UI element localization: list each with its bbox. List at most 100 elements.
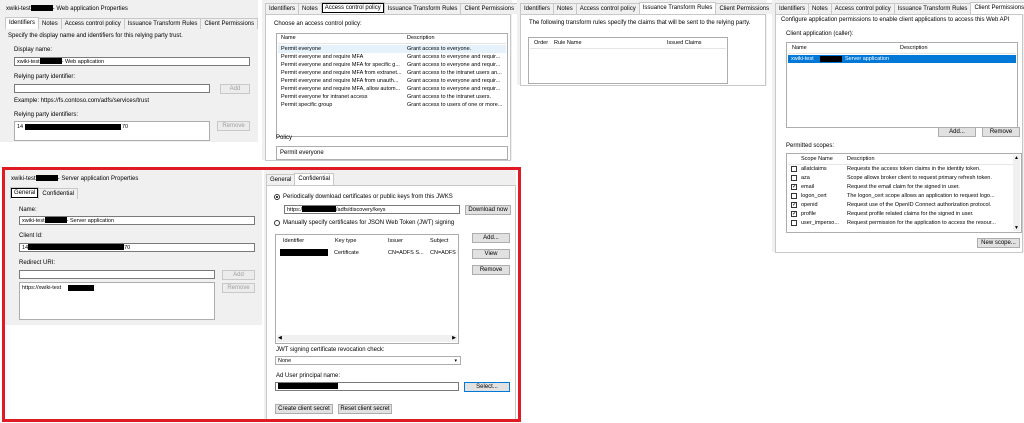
policy-description: Grant access to the intranet users an... xyxy=(407,70,502,76)
policy-name: Permit everyone and require MFA, allow a… xyxy=(281,86,401,92)
client-app-label: Client application (caller): xyxy=(786,31,854,37)
table-row[interactable]: Permit everyone for intranet access Grant… xyxy=(278,93,506,101)
policy-label: Policy xyxy=(276,135,293,141)
tab-strip: Identifiers Notes Access control policy … xyxy=(520,2,774,14)
tab-client-permissions[interactable]: Client Permissions xyxy=(460,3,519,14)
scope-checkbox[interactable] xyxy=(791,175,797,181)
policy-box: Permit everyone xyxy=(276,146,508,160)
policy-name: Permit everyone and require MFA from ext… xyxy=(281,70,402,76)
redaction xyxy=(820,56,842,62)
scroll-up-icon[interactable]: ▲ xyxy=(1014,155,1019,161)
tab-access-control-policy[interactable]: Access control policy xyxy=(830,3,895,14)
tab-notes[interactable]: Notes xyxy=(553,3,577,14)
policy-description: Grant access to everyone and requir... xyxy=(407,62,501,68)
scope-row[interactable]: aza Scope allows broker client to request… xyxy=(788,174,1012,182)
tab-access-control-policy[interactable]: Access control policy xyxy=(60,18,125,29)
tab-issuance-transform-rules[interactable]: Issuance Transform Rules xyxy=(638,2,717,14)
scope-description: Scope allows broker client to request pr… xyxy=(847,175,992,181)
column-rule-name: Rule Name xyxy=(554,40,582,46)
tab-content: The following transform rules specify th… xyxy=(520,14,766,86)
scope-name: openid xyxy=(801,202,818,208)
policy-description: Grant access to everyone and requir... xyxy=(407,86,501,92)
scope-checkbox[interactable] xyxy=(791,166,797,172)
table-row[interactable]: Permit everyone Grant access to everyone. xyxy=(278,45,506,53)
tab-access-control-policy[interactable]: Access control policy xyxy=(575,3,640,14)
table-row[interactable]: Permit everyone and require MFA Grant acc… xyxy=(278,53,506,61)
list-header: Order Rule Name Issued Claims xyxy=(530,39,726,49)
tab-content: Choose an access control policy: Name De… xyxy=(265,14,511,161)
tab-client-permissions[interactable]: Client Permissions xyxy=(200,18,259,29)
scope-name: profile xyxy=(801,211,816,217)
scope-description: Requests the access token claims in the … xyxy=(847,166,981,172)
tab-client-permissions[interactable]: Client Permissions xyxy=(970,2,1024,14)
scope-checkbox[interactable] xyxy=(791,193,797,199)
policy-description: Grant access to everyone. xyxy=(407,46,472,52)
rp-identifiers-label: Relying party identifiers: xyxy=(14,112,79,118)
policy-description: Grant access to the intranet users. xyxy=(407,94,492,100)
column-name: Name xyxy=(792,45,807,51)
intro-text: The following transform rules specify th… xyxy=(529,20,751,26)
remove-client-button[interactable]: Remove xyxy=(982,127,1020,137)
table-row[interactable]: Permit specific group Grant access to use… xyxy=(278,101,506,109)
list-header: Name Description xyxy=(788,44,1016,54)
rp-identifier-input[interactable] xyxy=(14,84,210,93)
table-row[interactable]: Permit everyone and require MFA for spec… xyxy=(278,61,506,69)
scope-row[interactable]: ✓ email Request the email claim for the si… xyxy=(788,183,1012,191)
tab-notes[interactable]: Notes xyxy=(298,3,322,14)
add-button[interactable]: Add xyxy=(220,84,250,94)
scrollbar[interactable]: ▲ ▼ xyxy=(1013,155,1020,231)
remove-button[interactable]: Remove xyxy=(217,121,250,131)
rules-list[interactable]: Order Rule Name Issued Claims xyxy=(528,37,728,84)
table-row[interactable]: Permit everyone and require MFA from una… xyxy=(278,77,506,85)
tab-issuance-transform-rules[interactable]: Issuance Transform Rules xyxy=(893,3,972,14)
policy-list[interactable]: Name Description Permit everyone Grant ac… xyxy=(276,33,508,137)
scroll-down-icon[interactable]: ▼ xyxy=(1014,225,1019,231)
scope-row[interactable]: allatclaims Requests the access token cla… xyxy=(788,165,1012,173)
scope-description: Request profile related claims for the s… xyxy=(847,211,974,217)
new-scope-button[interactable]: New scope... xyxy=(977,238,1020,248)
policy-description: Grant access to users of one or more... xyxy=(407,102,503,108)
scope-row[interactable]: logon_cert The logon_cert scope allows an… xyxy=(788,192,1012,200)
tab-issuance-transform-rules[interactable]: Issuance Transform Rules xyxy=(123,18,202,29)
tab-access-control-policy[interactable]: Access control policy xyxy=(320,2,385,14)
tab-issuance-transform-rules[interactable]: Issuance Transform Rules xyxy=(383,3,462,14)
scope-row[interactable]: user_imperso... Request permission for th… xyxy=(788,219,1012,227)
intro-text: Specify the display name and identifiers… xyxy=(8,33,183,39)
policy-description: Grant access to everyone and requir... xyxy=(407,54,501,60)
permitted-scopes-label: Permitted scopes: xyxy=(786,143,835,149)
scope-row[interactable]: ✓ profile Request profile related claims f… xyxy=(788,210,1012,218)
client-app-list[interactable]: Name Description xwiki-test Server appli… xyxy=(786,42,1018,128)
table-row[interactable]: Permit everyone and require MFA from ext… xyxy=(278,69,506,77)
tab-identifiers[interactable]: Identifiers xyxy=(5,17,40,29)
column-order: Order xyxy=(534,40,549,46)
web-app-properties-window: xwiki-test - Web application Properties I… xyxy=(0,0,259,142)
tab-identifiers[interactable]: Identifiers xyxy=(520,3,555,14)
client-permissions-panel: Identifiers Notes Access control policy … xyxy=(772,0,1024,253)
tab-client-permissions[interactable]: Client Permissions xyxy=(715,3,774,14)
policy-description: Grant access to everyone and requir... xyxy=(407,78,501,84)
table-row[interactable]: Permit everyone and require MFA, allow a… xyxy=(278,85,506,93)
tab-notes[interactable]: Notes xyxy=(808,3,832,14)
display-name-label: Display name: xyxy=(14,47,53,53)
tab-strip: Identifiers Notes Access control policy … xyxy=(775,2,1024,14)
scopes-list[interactable]: Scope Name Description allatclaims Reques… xyxy=(786,153,1022,233)
scope-description: Request use of the OpenID Connect author… xyxy=(847,202,992,208)
scope-row[interactable]: ✓ openid Request use of the OpenID Connect… xyxy=(788,201,1012,209)
rp-identifier-label: Relying party identifier: xyxy=(14,74,76,80)
scope-checkbox[interactable]: ✓ xyxy=(791,184,797,190)
display-name-field[interactable]: xwiki-test - Web application xyxy=(14,57,250,66)
scope-checkbox[interactable]: ✓ xyxy=(791,211,797,217)
scope-description: Request the email claim for the signed i… xyxy=(847,184,960,190)
tab-identifiers[interactable]: Identifiers xyxy=(775,3,810,14)
tab-notes[interactable]: Notes xyxy=(38,18,62,29)
policy-name: Permit everyone for intranet access xyxy=(281,94,368,100)
list-item-selected[interactable]: xwiki-test Server application xyxy=(788,55,1016,63)
tab-identifiers[interactable]: Identifiers xyxy=(265,3,300,14)
list-item[interactable]: 14 70 xyxy=(16,123,208,131)
scope-checkbox[interactable] xyxy=(791,220,797,226)
column-issued-claims: Issued Claims xyxy=(667,40,702,46)
scope-checkbox[interactable]: ✓ xyxy=(791,202,797,208)
rp-identifiers-list[interactable]: 14 70 xyxy=(14,121,210,141)
scope-name: user_imperso... xyxy=(801,220,839,226)
add-client-button[interactable]: Add... xyxy=(938,127,976,137)
